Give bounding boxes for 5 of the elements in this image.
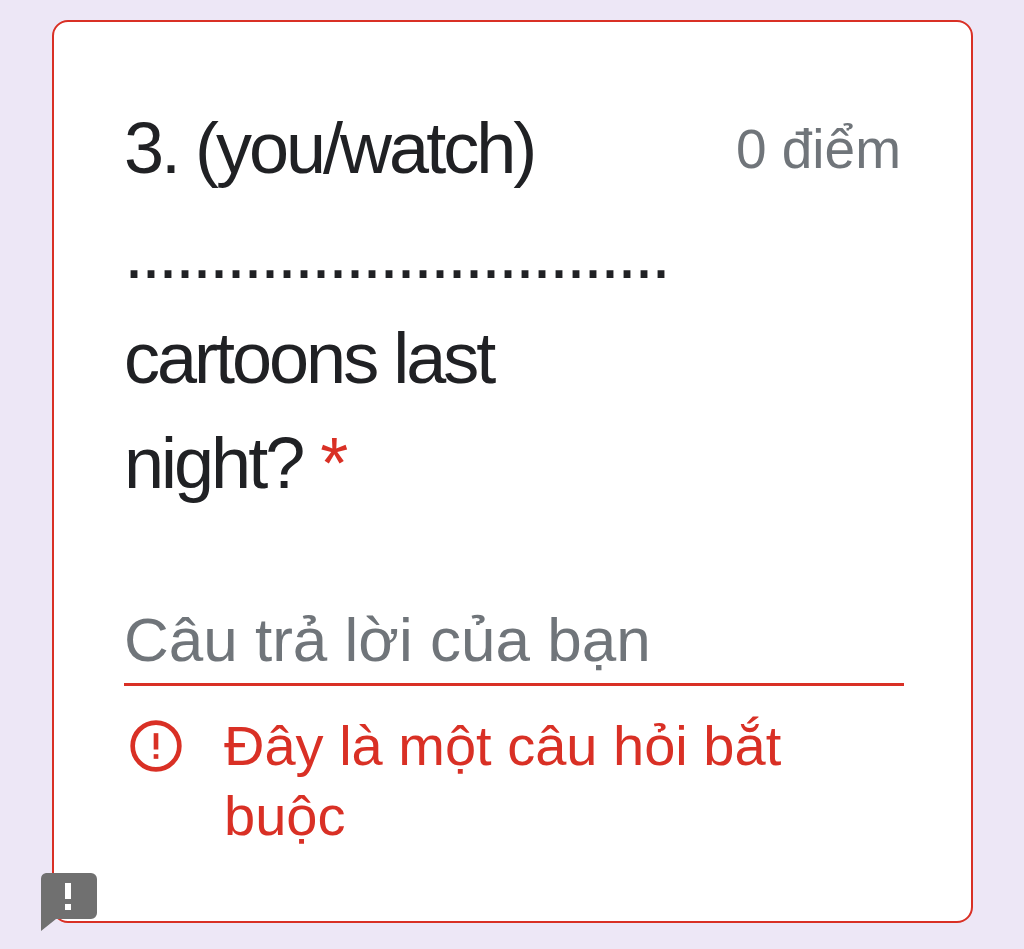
error-message: Đây là một câu hỏi bắt buộc: [224, 713, 783, 849]
question-text: 3. (you/watch) ................................ cartoons last night? *: [124, 107, 670, 505]
answer-field[interactable]: Câu trả lời của bạn: [124, 586, 904, 686]
error-icon: [128, 718, 184, 774]
points-label: 0 điểm: [735, 117, 901, 182]
